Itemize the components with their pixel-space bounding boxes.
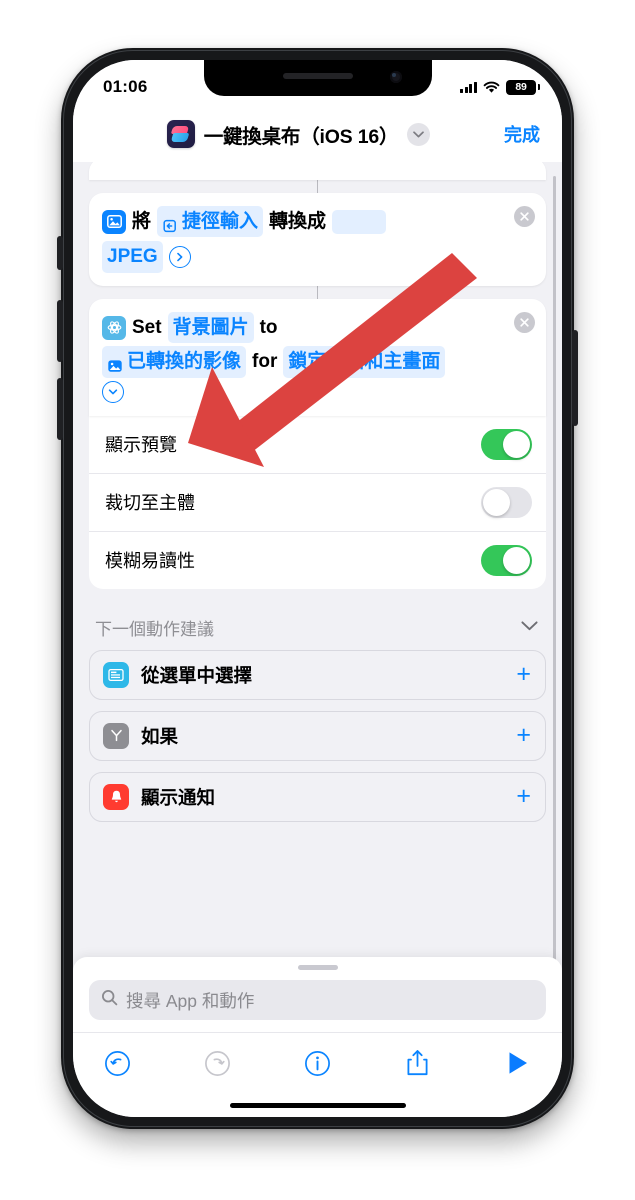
shortcuts-app-icon — [166, 120, 195, 148]
status-indicators: 89 — [460, 79, 540, 95]
chevron-down-icon[interactable] — [521, 618, 538, 636]
chevron-down-circle-icon[interactable] — [102, 380, 124, 403]
suggestions-header[interactable]: 下一個動作建議 — [89, 589, 546, 650]
battery-percent: 89 — [515, 81, 527, 93]
plus-icon[interactable]: + — [516, 723, 531, 748]
notch — [203, 60, 432, 96]
search-area: 搜尋 App 和動作 — [73, 970, 562, 1020]
setting-label: 顯示預覽 — [105, 435, 177, 456]
token-shortcut-input[interactable]: 捷徑輸入 — [157, 206, 264, 238]
search-placeholder: 搜尋 App 和動作 — [126, 990, 255, 1011]
search-icon — [101, 989, 118, 1011]
action-word-to: to — [259, 316, 278, 338]
battery-icon: 89 — [506, 79, 540, 95]
remove-action-icon[interactable] — [514, 206, 535, 227]
action-card-set-wallpaper[interactable]: Set 背景圖片 to 已轉換的影像 for 鎖定畫面和主畫面 — [89, 298, 546, 416]
shortcut-input-icon — [162, 214, 178, 232]
redo-button[interactable] — [201, 1047, 233, 1079]
run-button[interactable] — [502, 1047, 534, 1079]
action-settings-group: 顯示預覽 裁切至主體 模糊易讀性 — [89, 414, 546, 589]
done-button[interactable]: 完成 — [504, 121, 540, 147]
action-word-to: 轉換成 — [269, 211, 327, 232]
page-title: 一鍵換桌布（iOS 16） — [203, 125, 399, 148]
toggle-show-preview[interactable] — [481, 428, 532, 460]
setting-label: 裁切至主體 — [105, 493, 195, 514]
chevron-right-circle-icon[interactable] — [168, 246, 191, 269]
action-connector — [316, 180, 319, 193]
power-button[interactable] — [572, 330, 578, 426]
token-format-jpeg[interactable]: JPEG — [102, 241, 163, 273]
undo-button[interactable] — [101, 1047, 133, 1079]
action-text-line: 將 捷徑輸入 轉換成 — [102, 206, 532, 238]
info-button[interactable] — [302, 1047, 334, 1079]
previous-action-card-partial[interactable] — [89, 162, 546, 180]
action-library-sheet: 搜尋 App 和動作 — [73, 957, 562, 1117]
action-text-line-2: JPEG — [102, 241, 532, 273]
action-card-convert-image[interactable]: 將 捷徑輸入 轉換成 JPEG — [89, 193, 546, 286]
earpiece-speaker — [282, 73, 353, 79]
suggestion-choose-from-menu[interactable]: 從選單中選擇 + — [89, 649, 546, 700]
shortcut-editor-content: 將 捷徑輸入 轉換成 JPEG Set 背景圖片 to 已轉換的影像 for 鎖… — [73, 162, 562, 957]
token-label: 已轉換的影像 — [127, 351, 242, 373]
wifi-icon — [483, 81, 500, 94]
home-indicator — [229, 1102, 406, 1108]
suggestions-title: 下一個動作建議 — [95, 619, 214, 639]
suggestion-show-notification[interactable]: 顯示通知 + — [89, 771, 546, 822]
setting-row-crop-subject[interactable]: 裁切至主體 — [89, 472, 546, 531]
action-word-set: Set — [132, 316, 162, 338]
photo-icon — [107, 354, 123, 372]
token-converted-image[interactable]: 已轉換的影像 — [102, 346, 247, 378]
action-text-line-2: 已轉換的影像 for 鎖定畫面和主畫面 — [102, 346, 532, 378]
setting-row-show-preview[interactable]: 顯示預覽 — [89, 414, 546, 473]
token-blank-field[interactable] — [332, 209, 387, 234]
remove-action-icon[interactable] — [514, 311, 535, 333]
mute-switch[interactable] — [57, 236, 63, 270]
front-camera — [389, 71, 402, 83]
branch-icon — [103, 722, 129, 749]
menu-icon — [103, 661, 129, 688]
setting-row-blur-readability[interactable]: 模糊易讀性 — [89, 530, 546, 589]
token-wallpaper-scope[interactable]: 鎖定畫面和主畫面 — [283, 346, 446, 378]
token-label: 捷徑輸入 — [182, 211, 259, 232]
action-text-line: Set 背景圖片 to — [102, 311, 532, 344]
editor-toolbar — [73, 1032, 562, 1079]
share-button[interactable] — [402, 1047, 434, 1079]
suggestion-label: 如果 — [141, 725, 179, 747]
wallpaper-icon — [102, 315, 126, 340]
navigation-bar: 一鍵換桌布（iOS 16） 完成 — [73, 106, 562, 162]
toggle-crop-subject[interactable] — [481, 486, 532, 518]
action-text-line-3 — [102, 380, 532, 403]
status-time: 01:06 — [103, 77, 148, 96]
volume-up-button[interactable] — [57, 300, 63, 362]
suggestion-label: 顯示通知 — [141, 786, 216, 808]
action-connector-2 — [316, 285, 319, 299]
chevron-down-icon[interactable] — [407, 122, 431, 146]
plus-icon[interactable]: + — [516, 784, 531, 809]
photo-icon — [102, 209, 126, 234]
suggestion-label: 從選單中選擇 — [141, 664, 253, 686]
plus-icon[interactable]: + — [516, 662, 531, 687]
volume-down-button[interactable] — [57, 378, 63, 440]
vertical-scrollbar[interactable] — [553, 176, 556, 966]
phone-screen: 01:06 89 一鍵換桌布（iOS 16） 完成 將 捷徑輸入 轉換成 JPE… — [73, 60, 562, 1117]
toggle-blur-readability[interactable] — [481, 544, 532, 576]
nav-title-group: 一鍵換桌布（iOS 16） — [99, 120, 498, 149]
suggestion-if[interactable]: 如果 + — [89, 710, 546, 761]
cellular-bars-icon — [460, 81, 477, 93]
search-input[interactable]: 搜尋 App 和動作 — [89, 980, 546, 1020]
action-word-convert: 將 — [132, 211, 152, 232]
token-wallpaper-target[interactable]: 背景圖片 — [167, 311, 254, 344]
action-word-for: for — [252, 351, 278, 373]
screenshot-root: 01:06 89 一鍵換桌布（iOS 16） 完成 將 捷徑輸入 轉換成 JPE… — [0, 0, 635, 1200]
setting-label: 模糊易讀性 — [105, 551, 195, 572]
bell-icon — [103, 783, 129, 810]
